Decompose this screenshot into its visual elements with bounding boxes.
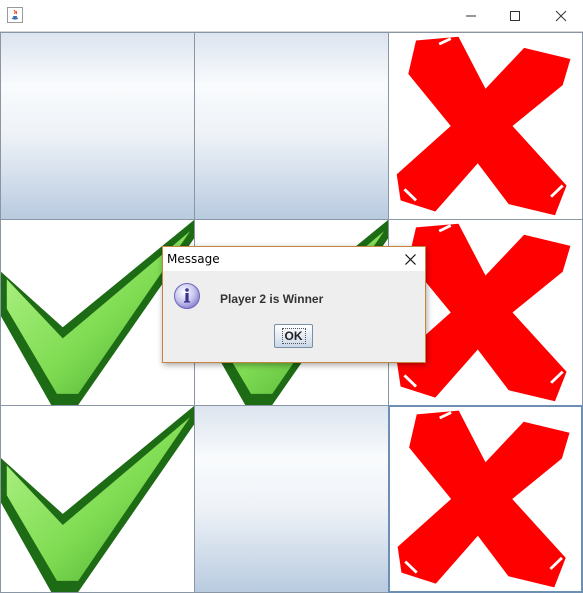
- close-window-button[interactable]: [539, 0, 583, 31]
- dialog-titlebar: Message: [163, 247, 425, 271]
- maximize-button[interactable]: [493, 0, 537, 31]
- cross-icon: [397, 410, 570, 588]
- board-cell-1-2[interactable]: [194, 32, 389, 220]
- ok-button-label: OK: [281, 328, 306, 344]
- info-icon: [174, 283, 200, 309]
- check-icon: [1, 406, 194, 592]
- board-cell-3-3[interactable]: [388, 405, 583, 593]
- board-cell-1-1[interactable]: [0, 32, 195, 220]
- board-cell-1-3[interactable]: [388, 32, 583, 220]
- close-icon: [555, 10, 567, 21]
- java-app-icon: [7, 7, 23, 23]
- maximize-icon: [510, 10, 520, 21]
- board-cell-3-2[interactable]: [194, 405, 389, 593]
- close-icon: [404, 253, 416, 265]
- dialog-title: Message: [167, 252, 220, 266]
- ok-button[interactable]: OK: [274, 324, 313, 348]
- board-cell-3-1[interactable]: [0, 405, 195, 593]
- dialog-message: Player 2 is Winner: [220, 292, 324, 306]
- message-dialog: Message Player 2 is Winner OK: [162, 246, 426, 363]
- dialog-close-button[interactable]: [401, 250, 419, 268]
- minimize-icon: [466, 15, 476, 16]
- minimize-button[interactable]: [449, 0, 493, 31]
- cross-icon: [396, 36, 571, 216]
- window-titlebar: [0, 0, 583, 32]
